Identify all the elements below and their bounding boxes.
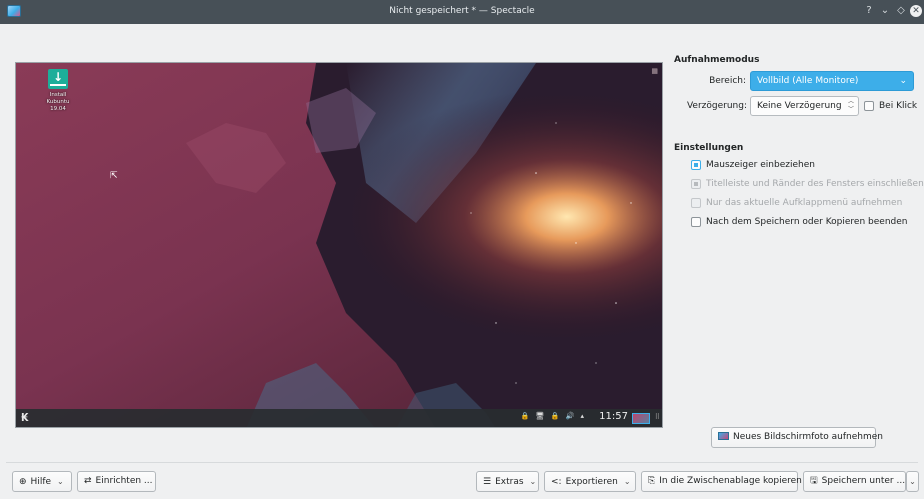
checkbox-label: Nach dem Speichern oder Kopieren beenden [706, 217, 908, 227]
chevron-down-icon: ⌄ [623, 477, 631, 486]
configure-label: Einrichten ... [95, 476, 153, 486]
chevron-down-icon: ⌄ [57, 477, 64, 486]
checkbox-box[interactable] [691, 160, 701, 170]
install-icon [48, 69, 68, 89]
mouse-pointer-icon: ⇱ [110, 171, 118, 181]
extras-label: Extras [495, 477, 524, 487]
quit-after-save-checkbox[interactable]: Nach dem Speichern oder Kopieren beenden [691, 215, 907, 229]
desktop-wallpaper [16, 63, 662, 427]
kde-launcher-icon: ₭ [21, 411, 29, 424]
help-icon: ⊕ [19, 477, 27, 487]
checkbox-box[interactable] [691, 217, 701, 227]
help-button[interactable]: ⊕ Hilfe ⌄ [12, 471, 72, 492]
popup-only-checkbox: Nur das aktuelle Aufklappmenü aufnehmen [691, 196, 902, 210]
on-click-label: Bei Klick [879, 101, 918, 111]
area-select-value: Vollbild (Alle Monitore) [757, 76, 859, 86]
menu-icon: ☰ [483, 477, 492, 487]
save-icon: 🖫 [810, 476, 818, 486]
save-as-button[interactable]: 🖫 Speichern unter ... [803, 471, 906, 492]
save-options-dropdown[interactable]: ⌄ [906, 471, 919, 492]
clipboard-icon: ⎘ [648, 476, 656, 486]
spin-arrows-icon[interactable]: ︿ ﹀ [848, 98, 854, 114]
checkbox-box [691, 198, 701, 208]
delay-label: Verzögerung: [686, 101, 747, 111]
extras-button[interactable]: ☰ Extras ⌄ [476, 471, 539, 492]
area-label: Bereich: [709, 76, 746, 86]
title-bar: Nicht gespeichert * — Spectacle ? ⌄ ◇ ✕ [0, 0, 924, 24]
new-screenshot-button[interactable]: Neues Bildschirmfoto aufnehmen [711, 427, 883, 448]
chevron-down-icon: ⌄ [899, 76, 907, 86]
panel-menu-icon: ⠿ [654, 413, 660, 421]
window-title: Nicht gespeichert * — Spectacle [389, 6, 535, 16]
include-pointer-checkbox[interactable]: Mauszeiger einbeziehen [691, 158, 815, 172]
checkbox-label: Mauszeiger einbeziehen [706, 160, 815, 170]
maximize-icon[interactable]: ◇ [895, 5, 907, 17]
checkbox-label: Titelleiste und Ränder des Fensters eins… [706, 179, 924, 189]
help-icon[interactable]: ? [863, 5, 875, 17]
configure-button[interactable]: ⇄ Einrichten ... [77, 471, 156, 492]
export-label: Exportieren [565, 477, 618, 487]
desktop-panel: ₭ 🔒 🖥 🔒 🔊 ▴ 11:57 ⠿ [16, 409, 662, 427]
delay-value: Keine Verzögerung [757, 101, 842, 111]
export-button[interactable]: <: Exportieren ⌄ [544, 471, 636, 492]
save-as-label: Speichern unter ... [821, 476, 906, 486]
checkbox-label: Nur das aktuelle Aufklappmenü aufnehmen [706, 198, 903, 208]
chevron-down-icon: ⌄ [529, 477, 537, 486]
desktop-icon-label: Install Kubuntu 19.04 [46, 92, 70, 112]
settings-sliders-icon: ⇄ [84, 476, 92, 486]
checkbox-box[interactable] [864, 101, 874, 111]
preview-corner-icon: ▦ [651, 67, 658, 75]
close-icon[interactable]: ✕ [910, 5, 922, 17]
screenshot-icon [718, 432, 729, 440]
divider [6, 462, 918, 463]
settings-heading: Einstellungen [674, 143, 744, 153]
copy-to-clipboard-button[interactable]: ⎘ In die Zwischenablage kopieren [641, 471, 802, 492]
checkbox-box [691, 179, 701, 189]
include-decorations-checkbox: Titelleiste und Ränder des Fensters eins… [691, 177, 924, 191]
panel-clock: 11:57 [599, 411, 628, 422]
panel-thumbnail [632, 413, 650, 424]
minimize-icon[interactable]: ⌄ [879, 5, 891, 17]
on-click-checkbox[interactable]: Bei Klick [864, 99, 917, 113]
screenshot-preview[interactable]: ▦ Install Kubuntu 19.04 ⇱ ₭ 🔒 🖥 🔒 🔊 ▴ 11… [15, 62, 663, 428]
area-select[interactable]: Vollbild (Alle Monitore) ⌄ [750, 71, 914, 91]
capture-mode-heading: Aufnahmemodus [674, 55, 760, 65]
chevron-down-icon: ⌄ [909, 477, 916, 486]
help-label: Hilfe [30, 477, 52, 487]
delay-spinbox[interactable]: Keine Verzögerung ︿ ﹀ [750, 96, 859, 116]
share-icon: <: [551, 477, 562, 487]
system-tray-icons: 🔒 🖥 🔒 🔊 ▴ [520, 412, 586, 420]
copy-label: In die Zwischenablage kopieren [659, 476, 802, 486]
new-screenshot-label: Neues Bildschirmfoto aufnehmen [733, 432, 884, 442]
desktop-icon-install-kubuntu: Install Kubuntu 19.04 [38, 69, 78, 113]
